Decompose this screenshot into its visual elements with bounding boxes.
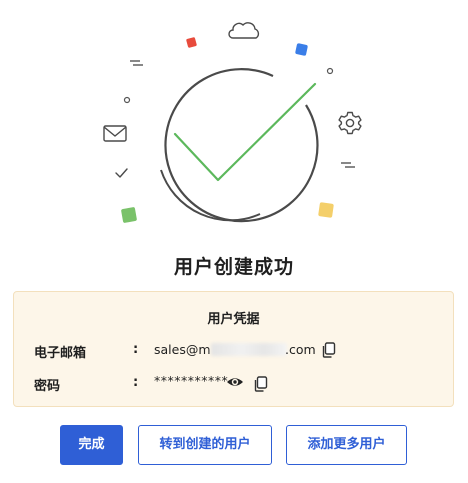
go-to-created-user-button[interactable]: 转到创建的用户	[138, 425, 272, 465]
email-domain-suffix: .com	[285, 342, 316, 357]
blue-square-decoration	[295, 43, 308, 56]
redacted-email-segment	[211, 343, 287, 356]
dot-decoration	[123, 96, 131, 104]
credentials-panel: 用户凭据 电子邮箱 : sales@m .com 密码 : **********…	[13, 291, 454, 407]
green-square-decoration	[121, 207, 137, 223]
password-value: ***********	[154, 373, 229, 388]
gear-icon	[338, 111, 362, 135]
done-button[interactable]: 完成	[60, 425, 123, 465]
success-circle-inner-arc	[160, 169, 261, 222]
add-more-users-button[interactable]: 添加更多用户	[286, 425, 407, 465]
email-value: sales@m	[154, 342, 211, 357]
success-illustration-svg	[103, 22, 362, 223]
cloud-icon	[228, 22, 260, 39]
yellow-square-decoration	[318, 202, 334, 218]
small-check-icon	[115, 168, 128, 178]
copy-password-icon[interactable]	[252, 375, 270, 393]
email-row: 电子邮箱 : sales@m .com	[14, 339, 453, 361]
mail-icon	[103, 125, 127, 142]
success-circle	[164, 68, 319, 223]
copy-email-icon[interactable]	[320, 341, 338, 359]
success-title: 用户创建成功	[173, 256, 294, 278]
eye-icon[interactable]	[226, 373, 244, 391]
red-square-decoration	[186, 37, 197, 48]
dot-decoration	[326, 67, 334, 75]
password-separator: :	[133, 375, 139, 390]
success-illustration	[0, 0, 468, 240]
check-icon	[173, 82, 317, 182]
password-row: 密码 : ***********	[14, 372, 453, 394]
password-label: 密码	[34, 379, 61, 394]
email-label: 电子邮箱	[34, 346, 87, 361]
email-separator: :	[133, 342, 139, 357]
credentials-title: 用户凭据	[207, 312, 260, 327]
